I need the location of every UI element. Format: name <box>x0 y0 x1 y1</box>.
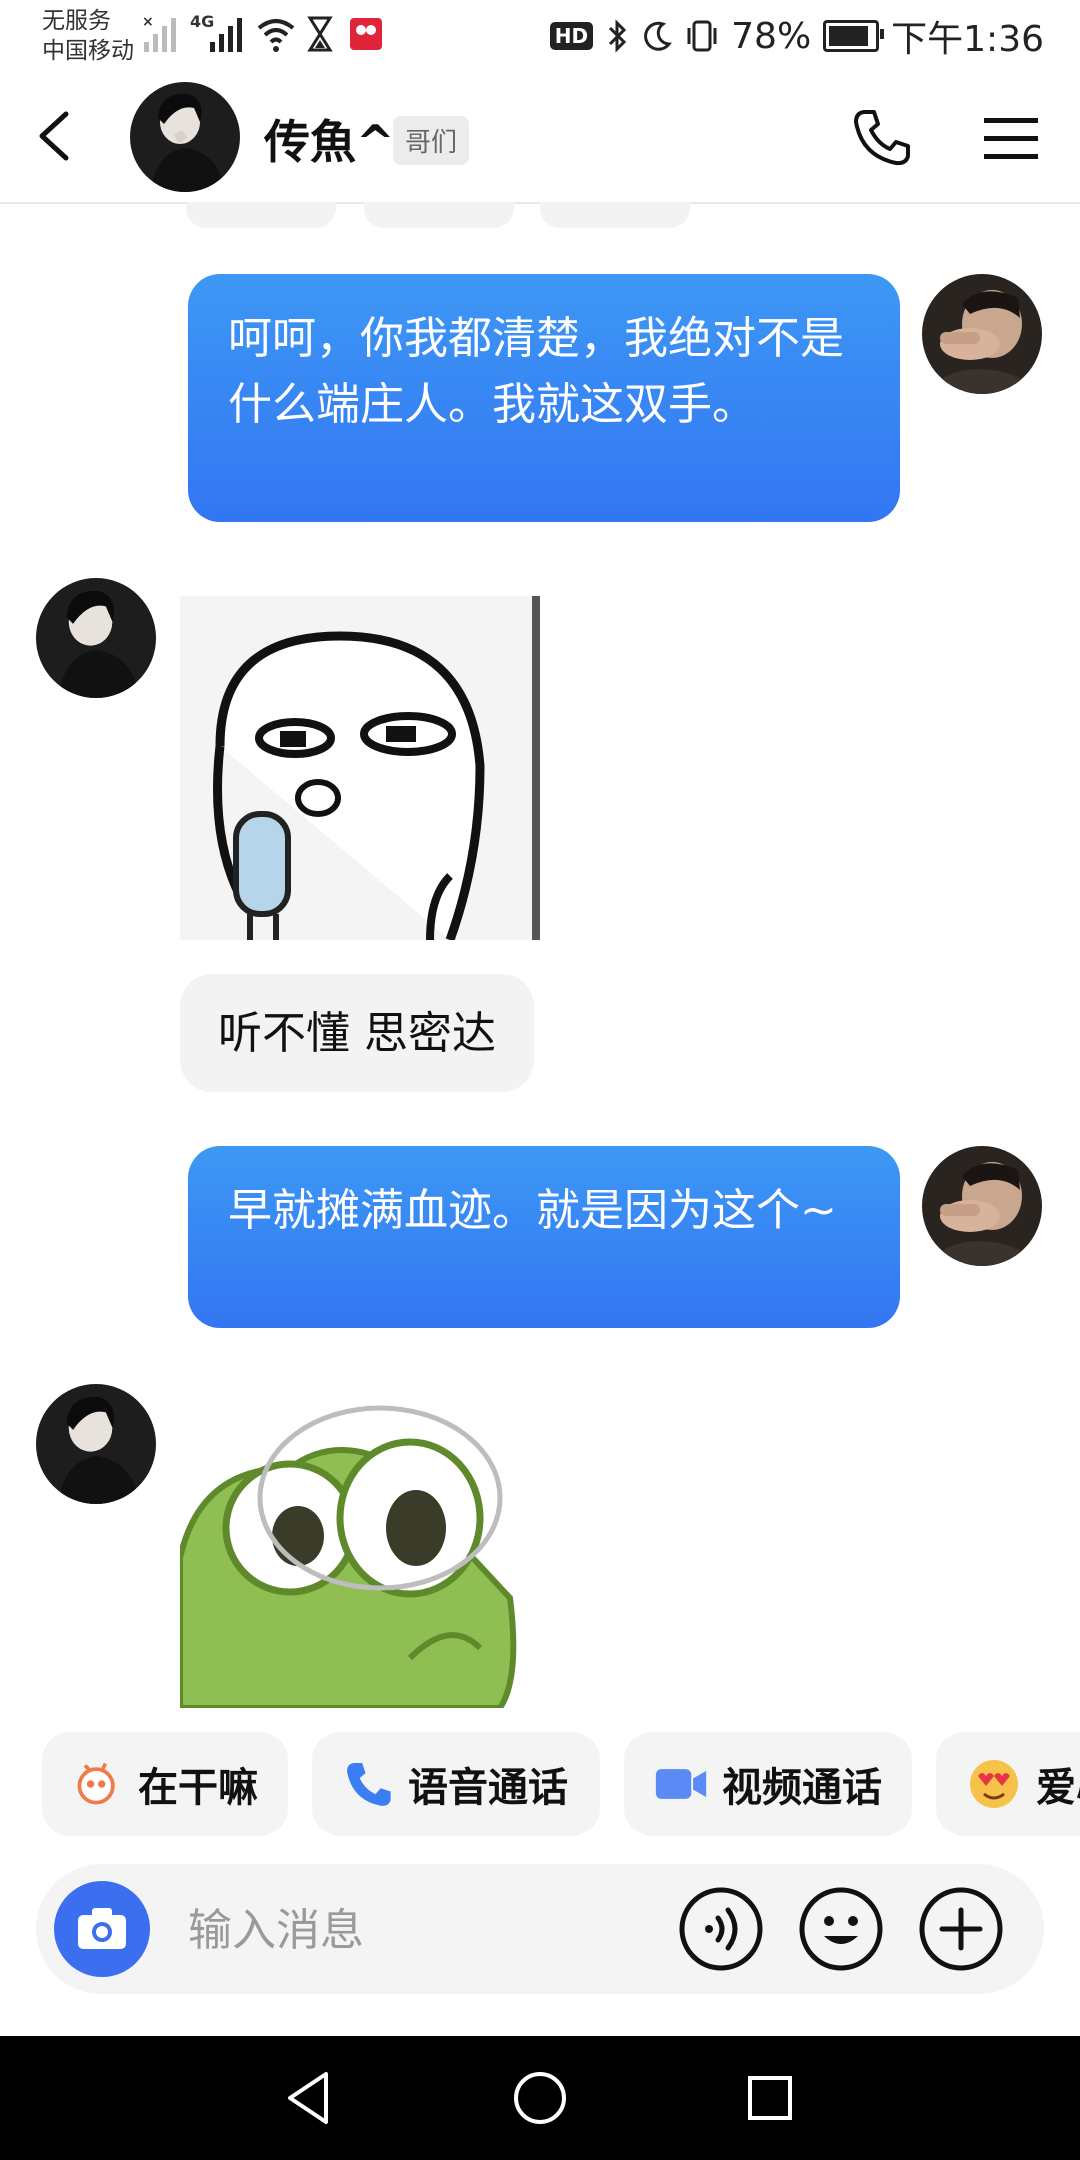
battery-icon <box>823 20 885 52</box>
chat-bubble-icon <box>77 1762 115 1805</box>
message-input-bar <box>36 1864 1044 1994</box>
my-avatar[interactable] <box>922 1146 1042 1266</box>
back-arrow-icon[interactable] <box>26 104 90 168</box>
contact-name[interactable]: 传魚^ <box>264 106 395 172</box>
hd-badge: HD <box>549 22 594 50</box>
camera-icon <box>78 1908 126 1949</box>
contact-avatar[interactable] <box>130 82 240 192</box>
signal-icon <box>210 18 242 52</box>
contact-avatar-small[interactable] <box>36 1384 156 1504</box>
carrier-line1: 无服务 <box>42 8 111 34</box>
no-signal-icon: × <box>142 14 176 52</box>
clock: 下午1:36 <box>891 19 1044 60</box>
vibrate-icon <box>687 20 717 52</box>
doodle-face-sticker[interactable] <box>180 596 540 940</box>
menu-icon[interactable] <box>980 112 1042 164</box>
previous-chip-edge <box>364 202 514 228</box>
quick-action-what-doing[interactable]: 在干嘛 <box>42 1732 288 1836</box>
message-bubble-outgoing[interactable]: 呵呵，你我都清楚，我绝对不是什么端庄人。我就这双手。 <box>188 274 900 522</box>
heart-eyes-emoji-icon <box>970 1760 1018 1808</box>
app-notification-icon <box>350 18 382 50</box>
nav-home-icon[interactable] <box>508 2066 572 2130</box>
quick-action-voice-call[interactable]: 语音通话 <box>312 1732 600 1836</box>
phone-call-icon[interactable] <box>850 106 912 168</box>
my-avatar[interactable] <box>922 274 1042 394</box>
emoji-icon[interactable] <box>798 1886 884 1972</box>
quick-action-love[interactable]: 爱心 <box>936 1732 1080 1836</box>
system-nav-bar <box>0 2036 1080 2160</box>
camera-button[interactable] <box>54 1881 150 1977</box>
message-bubble-outgoing[interactable]: 早就摊满血迹。就是因为这个~ <box>188 1146 900 1328</box>
voice-message-icon[interactable] <box>678 1886 764 1972</box>
status-right: HD 78% 下午1:36 <box>549 10 1044 62</box>
quick-action-label: 爱心 <box>1036 1765 1080 1811</box>
add-plus-icon[interactable] <box>918 1886 1004 1972</box>
previous-chip-edge <box>186 202 336 228</box>
carrier-info: 无服务 中国移动 <box>42 6 134 66</box>
video-camera-icon <box>655 1769 707 1799</box>
quick-action-label: 在干嘛 <box>138 1765 258 1811</box>
relationship-tag: 哥们 <box>393 116 470 165</box>
battery-percent: 78% <box>731 15 812 57</box>
nav-back-icon[interactable] <box>276 2066 340 2130</box>
quick-action-label: 语音通话 <box>408 1765 568 1811</box>
nav-recents-icon[interactable] <box>738 2066 802 2130</box>
quick-action-video-call[interactable]: 视频通话 <box>624 1732 912 1836</box>
battery-level <box>829 26 869 46</box>
chat-header: 传魚^ 哥们 <box>0 72 1080 204</box>
hourglass-icon <box>307 16 333 52</box>
message-input[interactable] <box>186 1894 670 1966</box>
message-bubble-incoming[interactable]: 听不懂 思密达 <box>180 974 534 1092</box>
previous-chip-edge <box>540 202 690 228</box>
carrier-line2: 中国移动 <box>42 38 134 64</box>
bluetooth-icon <box>609 19 627 53</box>
svg-text:×: × <box>142 14 154 30</box>
quick-action-label: 视频通话 <box>722 1765 882 1811</box>
phone-icon <box>347 1763 391 1806</box>
moon-icon <box>644 21 673 51</box>
status-bar: 无服务 中国移动 × 4G HD 78% 下午1:36 <box>0 0 1080 72</box>
quick-actions-row: 在干嘛 语音通话 视频通话 爱心 <box>0 1732 1080 1836</box>
green-frog-sticker[interactable] <box>180 1398 540 1708</box>
contact-avatar-small[interactable] <box>36 578 156 698</box>
wifi-icon <box>257 19 295 52</box>
